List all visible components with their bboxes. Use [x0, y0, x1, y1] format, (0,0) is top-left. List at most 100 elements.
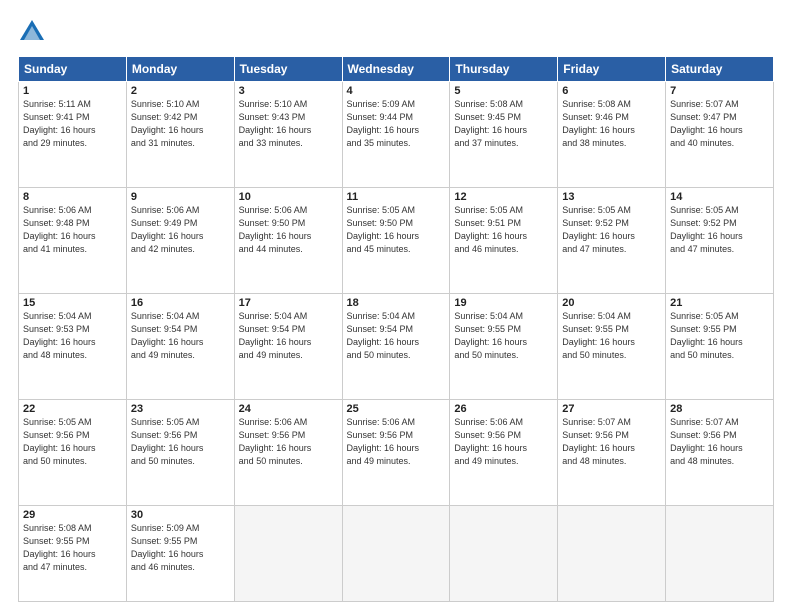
table-row: 4Sunrise: 5:09 AMSunset: 9:44 PMDaylight…: [342, 82, 450, 188]
table-row: 21Sunrise: 5:05 AMSunset: 9:55 PMDayligh…: [666, 294, 774, 400]
calendar-week-row: 22 Sunrise: 5:05 AMSunset: 9:56 PMDayligh…: [19, 400, 774, 506]
day-number: 3: [239, 85, 338, 97]
calendar-week-row: 29Sunrise: 5:08 AMSunset: 9:55 PMDayligh…: [19, 506, 774, 602]
table-row: [342, 506, 450, 602]
day-info: Sunrise: 5:10 AMSunset: 9:42 PMDaylight:…: [131, 98, 230, 150]
table-row: [558, 506, 666, 602]
day-info: Sunrise: 5:05 AMSunset: 9:56 PMDaylight:…: [131, 416, 230, 468]
day-info: Sunrise: 5:04 AMSunset: 9:54 PMDaylight:…: [131, 310, 230, 362]
day-number: 7: [670, 85, 769, 97]
day-info: Sunrise: 5:06 AMSunset: 9:56 PMDaylight:…: [347, 416, 446, 468]
day-info: Sunrise: 5:07 AMSunset: 9:56 PMDaylight:…: [670, 416, 769, 468]
day-number: 11: [347, 191, 446, 203]
table-row: 11Sunrise: 5:05 AMSunset: 9:50 PMDayligh…: [342, 188, 450, 294]
day-number: 4: [347, 85, 446, 97]
day-info: Sunrise: 5:04 AMSunset: 9:54 PMDaylight:…: [347, 310, 446, 362]
table-row: 25Sunrise: 5:06 AMSunset: 9:56 PMDayligh…: [342, 400, 450, 506]
day-info: Sunrise: 5:06 AMSunset: 9:50 PMDaylight:…: [239, 204, 338, 256]
day-info: Sunrise: 5:09 AMSunset: 9:55 PMDaylight:…: [131, 522, 230, 574]
day-number: 14: [670, 191, 769, 203]
table-row: 22Sunrise: 5:05 AMSunset: 9:56 PMDayligh…: [19, 400, 127, 506]
day-number: 29: [23, 509, 122, 521]
day-info: Sunrise: 5:10 AMSunset: 9:43 PMDaylight:…: [239, 98, 338, 150]
day-number: 27: [562, 403, 661, 415]
table-row: [450, 506, 558, 602]
calendar-table: SundayMondayTuesdayWednesdayThursdayFrid…: [18, 56, 774, 602]
table-row: 2Sunrise: 5:10 AMSunset: 9:42 PMDaylight…: [126, 82, 234, 188]
day-info: Sunrise: 5:04 AMSunset: 9:53 PMDaylight:…: [23, 310, 122, 362]
day-info: Sunrise: 5:05 AMSunset: 9:52 PMDaylight:…: [562, 204, 661, 256]
day-info: Sunrise: 5:06 AMSunset: 9:49 PMDaylight:…: [131, 204, 230, 256]
table-row: 16Sunrise: 5:04 AMSunset: 9:54 PMDayligh…: [126, 294, 234, 400]
table-row: 18Sunrise: 5:04 AMSunset: 9:54 PMDayligh…: [342, 294, 450, 400]
table-row: 13Sunrise: 5:05 AMSunset: 9:52 PMDayligh…: [558, 188, 666, 294]
table-row: 6Sunrise: 5:08 AMSunset: 9:46 PMDaylight…: [558, 82, 666, 188]
day-number: 2: [131, 85, 230, 97]
day-number: 20: [562, 297, 661, 309]
calendar-week-row: 1Sunrise: 5:11 AMSunset: 9:41 PMDaylight…: [19, 82, 774, 188]
table-row: 26Sunrise: 5:06 AMSunset: 9:56 PMDayligh…: [450, 400, 558, 506]
day-number: 30: [131, 509, 230, 521]
table-row: 15Sunrise: 5:04 AMSunset: 9:53 PMDayligh…: [19, 294, 127, 400]
page: SundayMondayTuesdayWednesdayThursdayFrid…: [0, 0, 792, 612]
day-info: Sunrise: 5:05 AMSunset: 9:55 PMDaylight:…: [670, 310, 769, 362]
day-number: 24: [239, 403, 338, 415]
day-info: Sunrise: 5:05 AMSunset: 9:50 PMDaylight:…: [347, 204, 446, 256]
table-row: 30Sunrise: 5:09 AMSunset: 9:55 PMDayligh…: [126, 506, 234, 602]
table-row: 5Sunrise: 5:08 AMSunset: 9:45 PMDaylight…: [450, 82, 558, 188]
day-number: 18: [347, 297, 446, 309]
table-row: 14Sunrise: 5:05 AMSunset: 9:52 PMDayligh…: [666, 188, 774, 294]
day-info: Sunrise: 5:11 AMSunset: 9:41 PMDaylight:…: [23, 98, 122, 150]
day-info: Sunrise: 5:06 AMSunset: 9:56 PMDaylight:…: [239, 416, 338, 468]
table-row: 29Sunrise: 5:08 AMSunset: 9:55 PMDayligh…: [19, 506, 127, 602]
day-info: Sunrise: 5:08 AMSunset: 9:55 PMDaylight:…: [23, 522, 122, 574]
table-row: 12Sunrise: 5:05 AMSunset: 9:51 PMDayligh…: [450, 188, 558, 294]
table-row: 8Sunrise: 5:06 AMSunset: 9:48 PMDaylight…: [19, 188, 127, 294]
day-number: 13: [562, 191, 661, 203]
day-number: 22: [23, 403, 122, 415]
day-number: 21: [670, 297, 769, 309]
day-number: 5: [454, 85, 553, 97]
table-row: 10Sunrise: 5:06 AMSunset: 9:50 PMDayligh…: [234, 188, 342, 294]
day-number: 23: [131, 403, 230, 415]
day-info: Sunrise: 5:07 AMSunset: 9:47 PMDaylight:…: [670, 98, 769, 150]
weekday-header: Saturday: [666, 57, 774, 82]
day-info: Sunrise: 5:04 AMSunset: 9:55 PMDaylight:…: [454, 310, 553, 362]
day-number: 19: [454, 297, 553, 309]
weekday-header: Monday: [126, 57, 234, 82]
day-info: Sunrise: 5:06 AMSunset: 9:56 PMDaylight:…: [454, 416, 553, 468]
day-number: 1: [23, 85, 122, 97]
day-number: 10: [239, 191, 338, 203]
table-row: 23Sunrise: 5:05 AMSunset: 9:56 PMDayligh…: [126, 400, 234, 506]
table-row: [666, 506, 774, 602]
day-number: 9: [131, 191, 230, 203]
day-info: Sunrise: 5:08 AMSunset: 9:46 PMDaylight:…: [562, 98, 661, 150]
day-info: Sunrise: 5:05 AMSunset: 9:51 PMDaylight:…: [454, 204, 553, 256]
weekday-header: Thursday: [450, 57, 558, 82]
logo-icon: [18, 18, 46, 46]
weekday-header-row: SundayMondayTuesdayWednesdayThursdayFrid…: [19, 57, 774, 82]
table-row: 27Sunrise: 5:07 AMSunset: 9:56 PMDayligh…: [558, 400, 666, 506]
day-info: Sunrise: 5:04 AMSunset: 9:55 PMDaylight:…: [562, 310, 661, 362]
day-number: 17: [239, 297, 338, 309]
table-row: 3Sunrise: 5:10 AMSunset: 9:43 PMDaylight…: [234, 82, 342, 188]
table-row: 20Sunrise: 5:04 AMSunset: 9:55 PMDayligh…: [558, 294, 666, 400]
day-number: 12: [454, 191, 553, 203]
logo: [18, 18, 50, 46]
day-number: 25: [347, 403, 446, 415]
day-info: Sunrise: 5:07 AMSunset: 9:56 PMDaylight:…: [562, 416, 661, 468]
table-row: [234, 506, 342, 602]
day-number: 28: [670, 403, 769, 415]
weekday-header: Wednesday: [342, 57, 450, 82]
table-row: 17Sunrise: 5:04 AMSunset: 9:54 PMDayligh…: [234, 294, 342, 400]
table-row: 24Sunrise: 5:06 AMSunset: 9:56 PMDayligh…: [234, 400, 342, 506]
table-row: 28Sunrise: 5:07 AMSunset: 9:56 PMDayligh…: [666, 400, 774, 506]
table-row: 7Sunrise: 5:07 AMSunset: 9:47 PMDaylight…: [666, 82, 774, 188]
day-info: Sunrise: 5:05 AMSunset: 9:52 PMDaylight:…: [670, 204, 769, 256]
table-row: 9Sunrise: 5:06 AMSunset: 9:49 PMDaylight…: [126, 188, 234, 294]
weekday-header: Sunday: [19, 57, 127, 82]
day-info: Sunrise: 5:06 AMSunset: 9:48 PMDaylight:…: [23, 204, 122, 256]
weekday-header: Friday: [558, 57, 666, 82]
day-info: Sunrise: 5:04 AMSunset: 9:54 PMDaylight:…: [239, 310, 338, 362]
header: [18, 18, 774, 46]
